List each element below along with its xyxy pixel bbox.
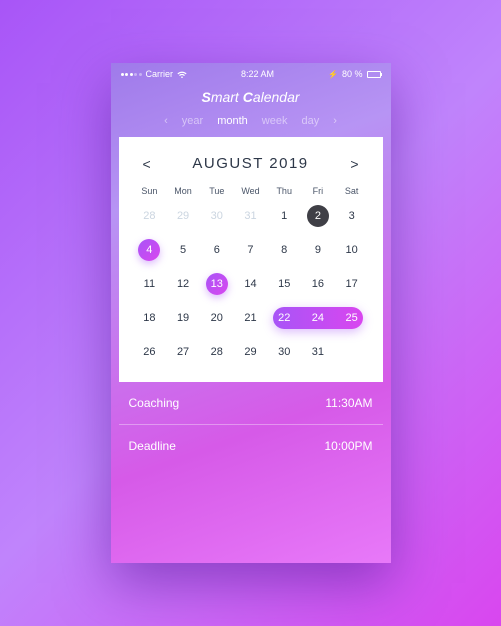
dow-label: Sun	[133, 186, 167, 196]
calendar-cell[interactable]: 24	[301, 306, 335, 330]
day-of-week-row: Sun Mon Tue Wed Thu Fri Sat	[133, 186, 369, 204]
event-time: 10:00PM	[324, 439, 372, 453]
calendar-cell[interactable]: 7	[234, 238, 268, 262]
calendar-cell[interactable]: 9	[301, 238, 335, 262]
calendar-cell[interactable]: 2	[301, 204, 335, 228]
month-header: < AUGUST 2019 >	[133, 151, 369, 186]
calendar-cell[interactable]: 31	[234, 204, 268, 228]
calendar-cell[interactable]: 4	[133, 238, 167, 262]
events-list: Coaching 11:30AM Deadline 10:00PM	[119, 382, 383, 467]
calendar-cell[interactable]: 28	[133, 204, 167, 228]
tabs-prev-icon[interactable]: ‹	[164, 115, 168, 127]
phone-frame: Carrier 8:22 AM ⚡ 80 % Smart Calendar ‹ …	[111, 63, 391, 563]
battery-icon	[367, 71, 381, 78]
date-badge: 2	[307, 205, 329, 227]
dow-label: Sat	[335, 186, 369, 196]
calendar-grid: 2829303112345678910111213141516171819202…	[133, 204, 369, 364]
month-title: AUGUST 2019	[192, 155, 308, 172]
date-badge: 13	[206, 273, 228, 295]
calendar-cell[interactable]: 26	[133, 340, 167, 364]
app-title: Smart Calendar	[111, 83, 391, 115]
event-title: Deadline	[129, 439, 176, 453]
tab-day[interactable]: day	[301, 115, 319, 127]
status-right: ⚡ 80 %	[328, 69, 380, 79]
calendar-cell[interactable]: 5	[166, 238, 200, 262]
calendar-cell[interactable]: 16	[301, 272, 335, 296]
calendar-cell[interactable]: 25	[335, 306, 369, 330]
calendar-card: < AUGUST 2019 > Sun Mon Tue Wed Thu Fri …	[119, 137, 383, 382]
calendar-cell[interactable]: 31	[301, 340, 335, 364]
wifi-icon	[177, 70, 187, 78]
date-badge: 4	[138, 239, 160, 261]
event-title: Coaching	[129, 396, 180, 410]
tabs-next-icon[interactable]: ›	[333, 115, 337, 127]
lightning-icon: ⚡	[328, 70, 338, 79]
calendar-cell[interactable]: 19	[166, 306, 200, 330]
battery-percent: 80 %	[342, 69, 363, 79]
calendar-cell[interactable]: 30	[200, 204, 234, 228]
prev-month-button[interactable]: <	[139, 156, 155, 172]
dow-label: Wed	[234, 186, 268, 196]
tab-week[interactable]: week	[262, 115, 288, 127]
calendar-cell[interactable]: 30	[267, 340, 301, 364]
event-row[interactable]: Coaching 11:30AM	[119, 382, 383, 424]
event-row[interactable]: Deadline 10:00PM	[119, 424, 383, 467]
calendar-cell[interactable]: 1	[267, 204, 301, 228]
calendar-cell[interactable]: 29	[166, 204, 200, 228]
dow-label: Mon	[166, 186, 200, 196]
calendar-cell[interactable]: 17	[335, 272, 369, 296]
calendar-cell[interactable]: 27	[166, 340, 200, 364]
calendar-cell[interactable]: 22	[267, 306, 301, 330]
calendar-cell[interactable]	[335, 340, 369, 364]
calendar-cell[interactable]: 13	[200, 272, 234, 296]
calendar-cell[interactable]: 10	[335, 238, 369, 262]
view-tabs: ‹ year month week day ›	[111, 115, 391, 137]
tab-month[interactable]: month	[217, 115, 248, 127]
dow-label: Fri	[301, 186, 335, 196]
calendar-cell[interactable]: 8	[267, 238, 301, 262]
calendar-cell[interactable]: 3	[335, 204, 369, 228]
calendar-cell[interactable]: 6	[200, 238, 234, 262]
calendar-cell[interactable]: 28	[200, 340, 234, 364]
calendar-cell[interactable]: 18	[133, 306, 167, 330]
calendar-cell[interactable]: 14	[234, 272, 268, 296]
calendar-cell[interactable]: 12	[166, 272, 200, 296]
dow-label: Thu	[267, 186, 301, 196]
calendar-cell[interactable]: 20	[200, 306, 234, 330]
calendar-cell[interactable]: 21	[234, 306, 268, 330]
status-time: 8:22 AM	[241, 69, 274, 79]
signal-icon	[121, 73, 142, 76]
carrier-label: Carrier	[146, 69, 174, 79]
calendar-cell[interactable]: 11	[133, 272, 167, 296]
dow-label: Tue	[200, 186, 234, 196]
status-left: Carrier	[121, 69, 188, 79]
tab-year[interactable]: year	[182, 115, 203, 127]
event-time: 11:30AM	[325, 396, 372, 410]
next-month-button[interactable]: >	[346, 156, 362, 172]
calendar-cell[interactable]: 29	[234, 340, 268, 364]
status-bar: Carrier 8:22 AM ⚡ 80 %	[111, 63, 391, 83]
calendar-cell[interactable]: 15	[267, 272, 301, 296]
